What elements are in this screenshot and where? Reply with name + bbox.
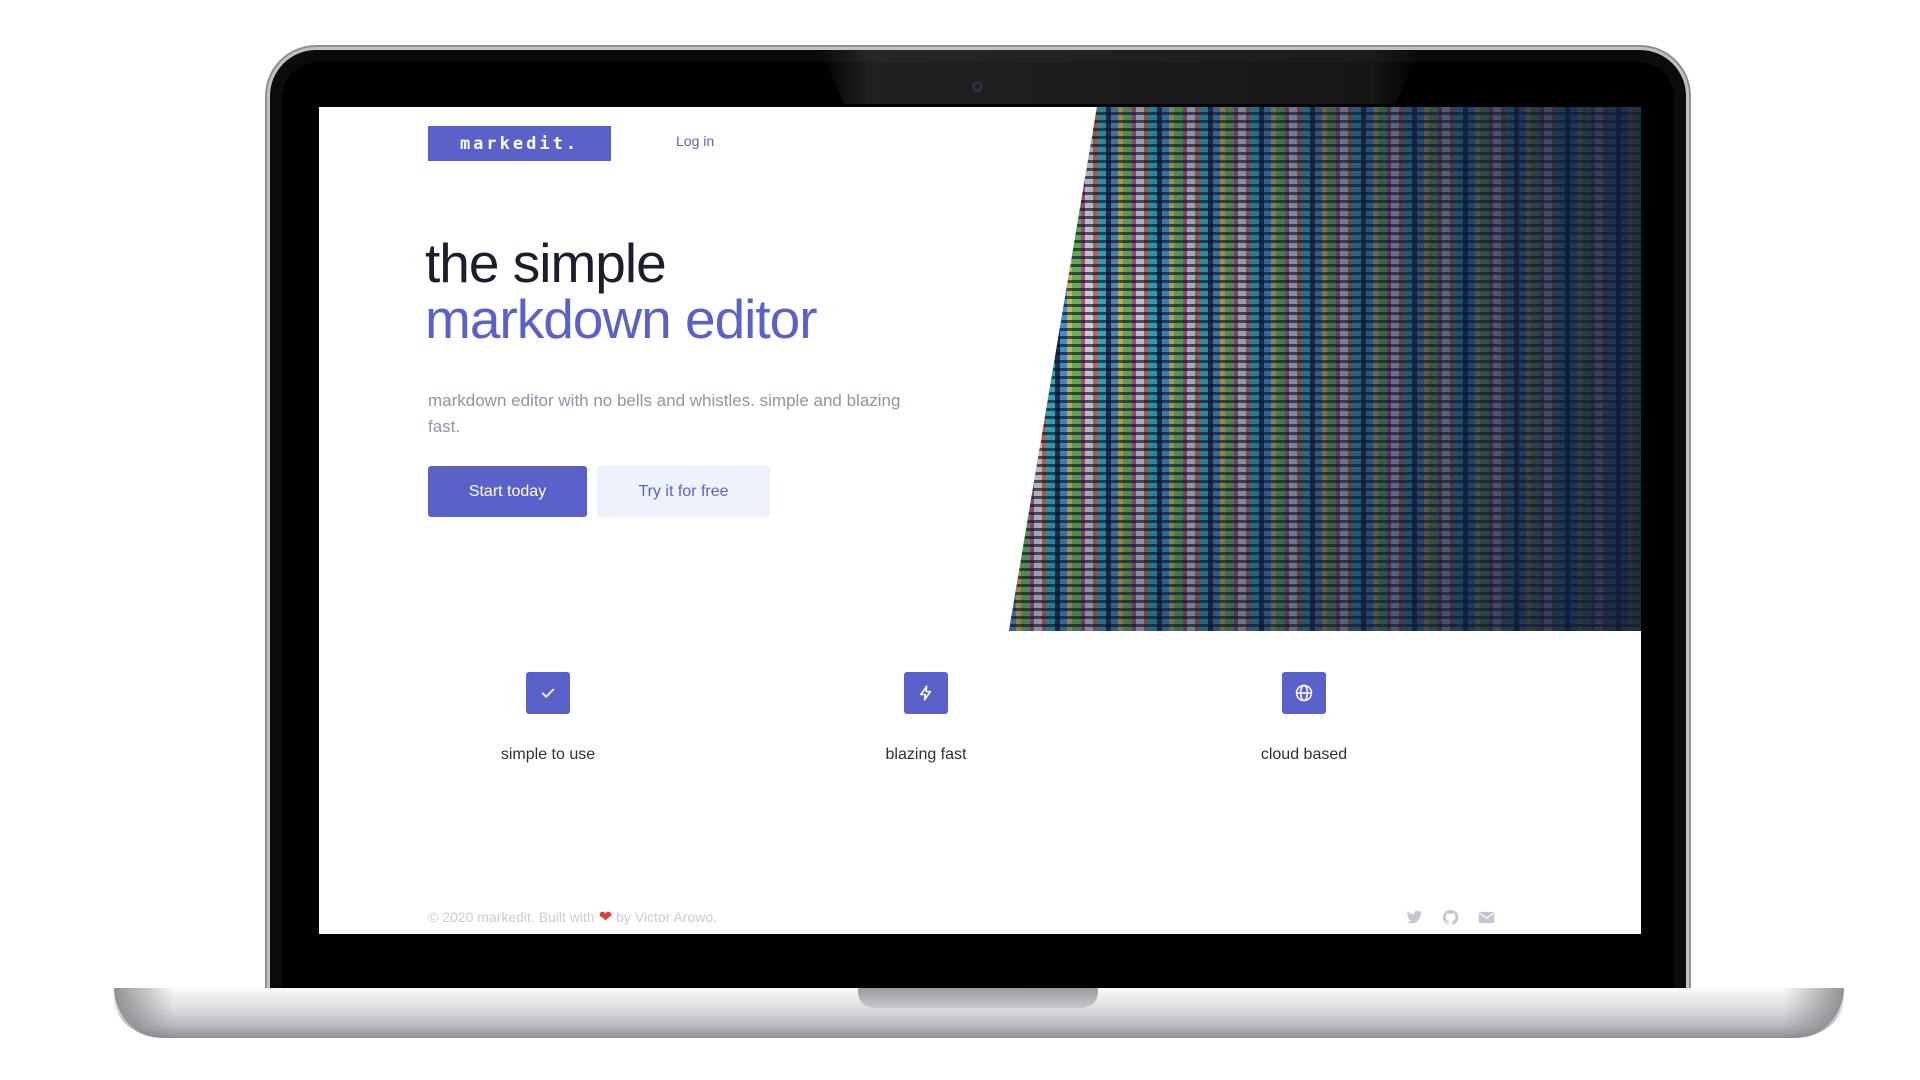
hero-title-line-1: the simple <box>425 232 667 294</box>
laptop-base-shade-right <box>1784 988 1844 1038</box>
twitter-icon[interactable] <box>1403 906 1425 928</box>
camera-icon <box>972 81 983 92</box>
laptop-base-shade-left <box>114 988 174 1038</box>
feature-simple: simple to use <box>438 672 658 764</box>
laptop-notch <box>858 988 1098 1008</box>
feature-label: cloud based <box>1260 746 1348 763</box>
feature-fast: blazing fast <box>816 672 1036 764</box>
hero-image-overlay <box>1009 107 1641 631</box>
hero-subtitle: markdown editor with no bells and whistl… <box>428 391 901 436</box>
heart-icon: ❤ <box>598 909 613 926</box>
lightning-icon <box>904 672 948 714</box>
feature-cloud: cloud based <box>1194 672 1414 764</box>
check-icon <box>526 672 570 714</box>
feature-label: simple to use <box>500 746 596 763</box>
hero-title-line-2: markdown editor <box>425 288 818 350</box>
feature-label: blazing fast <box>885 746 967 763</box>
browser-viewport: markedit. Log in the simple markdown edi… <box>319 107 1641 934</box>
footer-text-end: by Victor Arowo. <box>616 909 718 925</box>
login-link[interactable]: Log in <box>676 133 714 149</box>
footer-text-start: © 2020 markedit. Built with <box>428 909 595 925</box>
laptop-bezel-gloss <box>820 50 1420 104</box>
brand-logo[interactable]: markedit. <box>428 126 611 161</box>
github-icon[interactable] <box>1439 906 1461 928</box>
mail-icon[interactable] <box>1475 906 1497 928</box>
try-free-button[interactable]: Try it for free <box>597 466 770 517</box>
start-today-button[interactable]: Start today <box>428 466 587 517</box>
footer-copyright: © 2020 markedit. Built with ❤ by Victor … <box>428 907 717 927</box>
globe-icon <box>1282 672 1326 714</box>
